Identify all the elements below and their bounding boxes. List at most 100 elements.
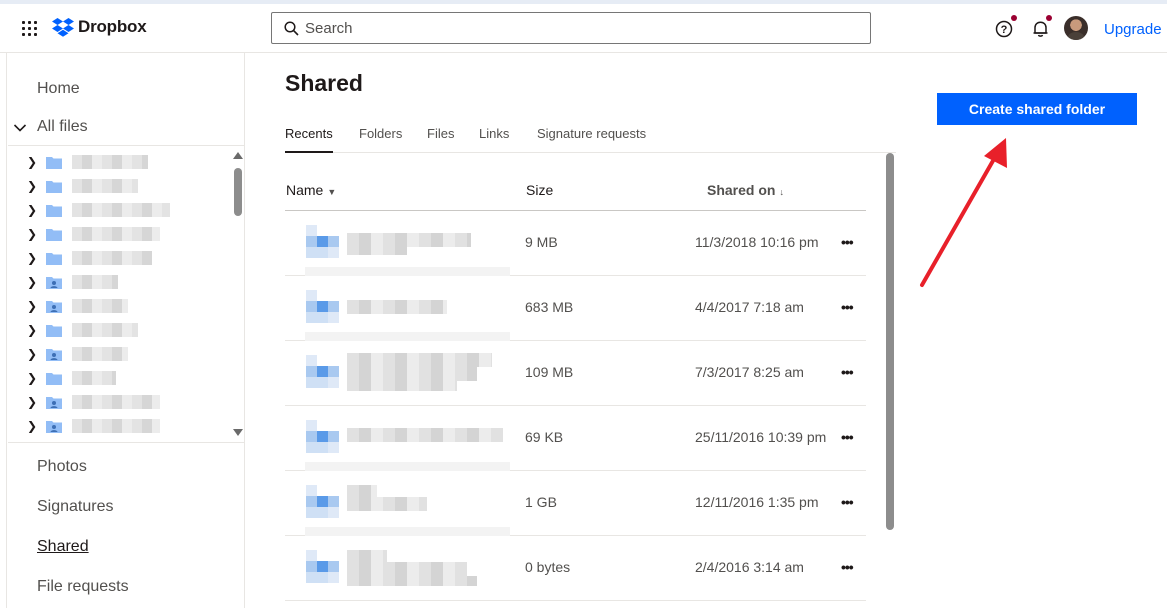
- chevron-right-icon[interactable]: ❯: [27, 179, 37, 193]
- more-options-icon[interactable]: •••: [841, 494, 859, 510]
- search-input[interactable]: [305, 19, 845, 37]
- chevron-right-icon[interactable]: ❯: [27, 251, 37, 265]
- shared-folder-icon: [306, 550, 339, 583]
- sort-down-icon: ▼: [327, 187, 337, 197]
- folder-tree[interactable]: ❯ ❯ ❯ ❯ ❯ ❯ ❯ ❯ ❯ ❯ ❯ ❯: [8, 145, 244, 443]
- blurred-file-name: [347, 428, 503, 442]
- scroll-down-arrow-icon[interactable]: [233, 429, 243, 436]
- tab-files[interactable]: Files: [427, 126, 454, 141]
- blurred-file-name: [347, 381, 457, 391]
- more-options-icon[interactable]: •••: [841, 234, 859, 250]
- table-row[interactable]: 0 bytes 2/4/2016 3:14 am •••: [285, 536, 866, 601]
- tree-item[interactable]: ❯: [8, 318, 228, 342]
- main-scrollbar[interactable]: [886, 153, 894, 608]
- upgrade-link[interactable]: Upgrade: [1104, 21, 1162, 38]
- chevron-right-icon[interactable]: ❯: [27, 299, 37, 313]
- chevron-right-icon[interactable]: ❯: [27, 275, 37, 289]
- avatar[interactable]: [1064, 16, 1088, 40]
- chevron-down-icon[interactable]: [13, 121, 27, 135]
- tab-signature-requests[interactable]: Signature requests: [537, 126, 646, 141]
- shared-date: 2/4/2016 3:14 am: [695, 559, 804, 575]
- folder-icon: [46, 228, 62, 241]
- sidebar-item-shared[interactable]: Shared: [37, 538, 89, 556]
- column-header-name[interactable]: Name ▼: [286, 182, 336, 198]
- tree-item[interactable]: ❯: [8, 198, 228, 222]
- chevron-right-icon[interactable]: ❯: [27, 227, 37, 241]
- tree-item[interactable]: ❯: [8, 414, 228, 438]
- blurred-file-name: [347, 576, 477, 586]
- more-options-icon[interactable]: •••: [841, 299, 859, 315]
- tree-item[interactable]: ❯: [8, 342, 228, 366]
- apps-grid-icon[interactable]: [22, 21, 37, 36]
- dropbox-logo-icon: [52, 17, 74, 37]
- blurred-name: [72, 371, 116, 385]
- chevron-right-icon[interactable]: ❯: [27, 323, 37, 337]
- scrollbar-thumb[interactable]: [886, 153, 894, 530]
- scrollbar-thumb[interactable]: [234, 168, 242, 216]
- chevron-right-icon[interactable]: ❯: [27, 419, 37, 433]
- file-size: 683 MB: [525, 299, 574, 315]
- tree-item[interactable]: ❯: [8, 150, 228, 174]
- shared-folder-icon: [46, 420, 62, 433]
- table-row[interactable]: 109 MB 7/3/2017 8:25 am •••: [285, 341, 866, 406]
- table-row[interactable]: 9 MB 11/3/2018 10:16 pm •••: [285, 211, 866, 276]
- file-size: 109 MB: [525, 364, 574, 380]
- more-options-icon[interactable]: •••: [841, 559, 859, 575]
- sidebar-item-home[interactable]: Home: [37, 80, 80, 98]
- shared-folder-icon: [46, 348, 62, 361]
- column-header-shared-on[interactable]: Shared on ↓: [707, 182, 784, 198]
- folder-icon: [46, 180, 62, 193]
- bell-notification-dot: [1046, 15, 1052, 21]
- file-size: 0 bytes: [525, 559, 571, 575]
- chevron-right-icon[interactable]: ❯: [27, 203, 37, 217]
- column-header-size[interactable]: Size: [526, 182, 553, 198]
- sidebar-item-signatures[interactable]: Signatures: [37, 498, 114, 516]
- blurred-name: [72, 299, 128, 313]
- tree-item[interactable]: ❯: [8, 246, 228, 270]
- search-bar[interactable]: [271, 12, 871, 44]
- chevron-right-icon[interactable]: ❯: [27, 347, 37, 361]
- folder-icon: [46, 204, 62, 217]
- blurred-name: [72, 227, 160, 241]
- chevron-right-icon[interactable]: ❯: [27, 395, 37, 409]
- tree-item[interactable]: ❯: [8, 222, 228, 246]
- sidebar-item-file-requests[interactable]: File requests: [37, 578, 129, 596]
- blurred-file-name: [347, 367, 477, 381]
- tree-item[interactable]: ❯: [8, 174, 228, 198]
- tab-recents[interactable]: Recents: [285, 126, 333, 141]
- annotation-arrow-icon: [920, 138, 1007, 287]
- sidebar-item-all-files[interactable]: All files: [37, 118, 88, 136]
- table-row[interactable]: 683 MB 4/4/2017 7:18 am •••: [285, 276, 866, 341]
- create-shared-folder-button[interactable]: Create shared folder: [937, 93, 1137, 125]
- table-row[interactable]: 1 GB 12/11/2016 1:35 pm •••: [285, 471, 866, 536]
- shared-folder-icon: [306, 225, 339, 258]
- tab-bar: Recents Folders Files Links Signature re…: [285, 124, 896, 153]
- table-row[interactable]: 69 KB 25/11/2016 10:39 pm •••: [285, 406, 866, 471]
- blurred-file-name: [347, 233, 471, 247]
- tree-item[interactable]: ❯: [8, 270, 228, 294]
- sidebar-item-photos[interactable]: Photos: [37, 458, 87, 476]
- folder-icon: [46, 324, 62, 337]
- bell-icon[interactable]: [1031, 19, 1050, 38]
- folder-icon: [46, 156, 62, 169]
- blurred-name: [72, 155, 148, 169]
- shared-date: 12/11/2016 1:35 pm: [695, 494, 819, 510]
- tab-links[interactable]: Links: [479, 126, 509, 141]
- tab-folders[interactable]: Folders: [359, 126, 402, 141]
- tree-item[interactable]: ❯: [8, 294, 228, 318]
- scroll-up-arrow-icon[interactable]: [233, 152, 243, 159]
- tree-item[interactable]: ❯: [8, 390, 228, 414]
- shared-folder-icon: [306, 485, 339, 518]
- more-options-icon[interactable]: •••: [841, 364, 859, 380]
- blurred-file-name: [347, 562, 467, 576]
- chevron-right-icon[interactable]: ❯: [27, 371, 37, 385]
- dropbox-logo[interactable]: Dropbox: [52, 17, 147, 37]
- help-icon[interactable]: ?: [995, 19, 1014, 38]
- blurred-file-name: [347, 300, 447, 314]
- tree-scrollbar[interactable]: [231, 146, 244, 442]
- blur-smear: [305, 462, 510, 471]
- more-options-icon[interactable]: •••: [841, 429, 859, 445]
- chevron-right-icon[interactable]: ❯: [27, 155, 37, 169]
- shared-folder-icon: [46, 276, 62, 289]
- tree-item[interactable]: ❯: [8, 366, 228, 390]
